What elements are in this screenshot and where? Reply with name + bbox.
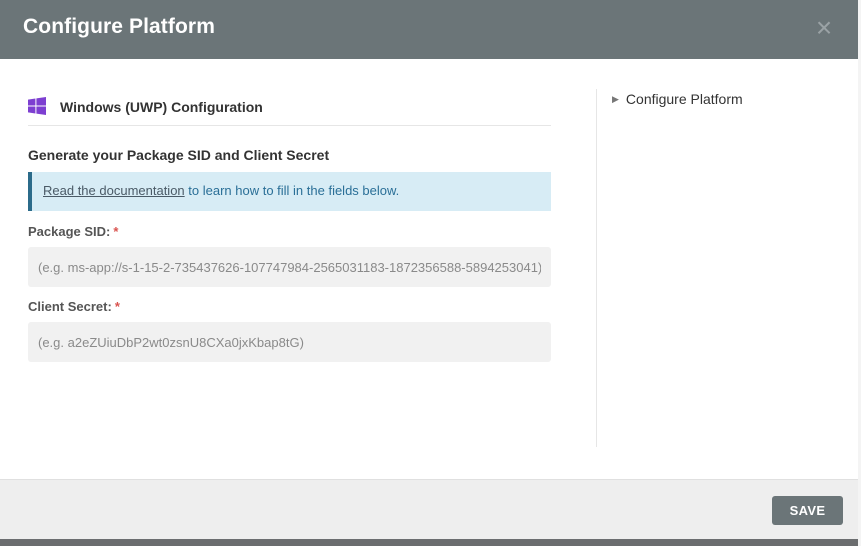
modal-footer: SAVE <box>0 479 858 539</box>
save-button[interactable]: SAVE <box>772 496 843 525</box>
modal-header: Configure Platform × <box>0 0 858 59</box>
configure-platform-modal: Configure Platform × Windows (UWP) Confi… <box>0 0 858 539</box>
documentation-link[interactable]: Read the documentation <box>43 183 185 198</box>
package-sid-label-text: Package SID: <box>28 224 111 239</box>
close-icon[interactable]: × <box>812 14 836 42</box>
client-secret-label: Client Secret: * <box>28 299 120 314</box>
client-secret-label-text: Client Secret: <box>28 299 112 314</box>
windows-logo-icon <box>28 97 46 115</box>
package-sid-input[interactable] <box>28 247 551 287</box>
column-divider <box>596 89 597 447</box>
modal-title: Configure Platform <box>23 15 215 38</box>
caret-right-icon: ▶ <box>612 94 619 104</box>
main-content: Windows (UWP) Configuration Generate you… <box>28 59 551 459</box>
sidebar-item-configure-platform[interactable]: ▶ Configure Platform <box>612 91 743 107</box>
required-marker: * <box>113 224 119 239</box>
info-text: to learn how to fill in the fields below… <box>184 183 400 198</box>
info-alert: Read the documentation to learn how to f… <box>28 172 551 211</box>
section-subtitle: Generate your Package SID and Client Sec… <box>28 147 330 163</box>
sidebar-item-label: Configure Platform <box>625 91 743 107</box>
required-marker: * <box>114 299 120 314</box>
section-header: Windows (UWP) Configuration <box>28 97 551 126</box>
client-secret-input[interactable] <box>28 322 551 362</box>
section-title: Windows (UWP) Configuration <box>60 99 263 115</box>
package-sid-label: Package SID: * <box>28 224 118 239</box>
info-text-line: Read the documentation to learn how to f… <box>43 183 399 198</box>
